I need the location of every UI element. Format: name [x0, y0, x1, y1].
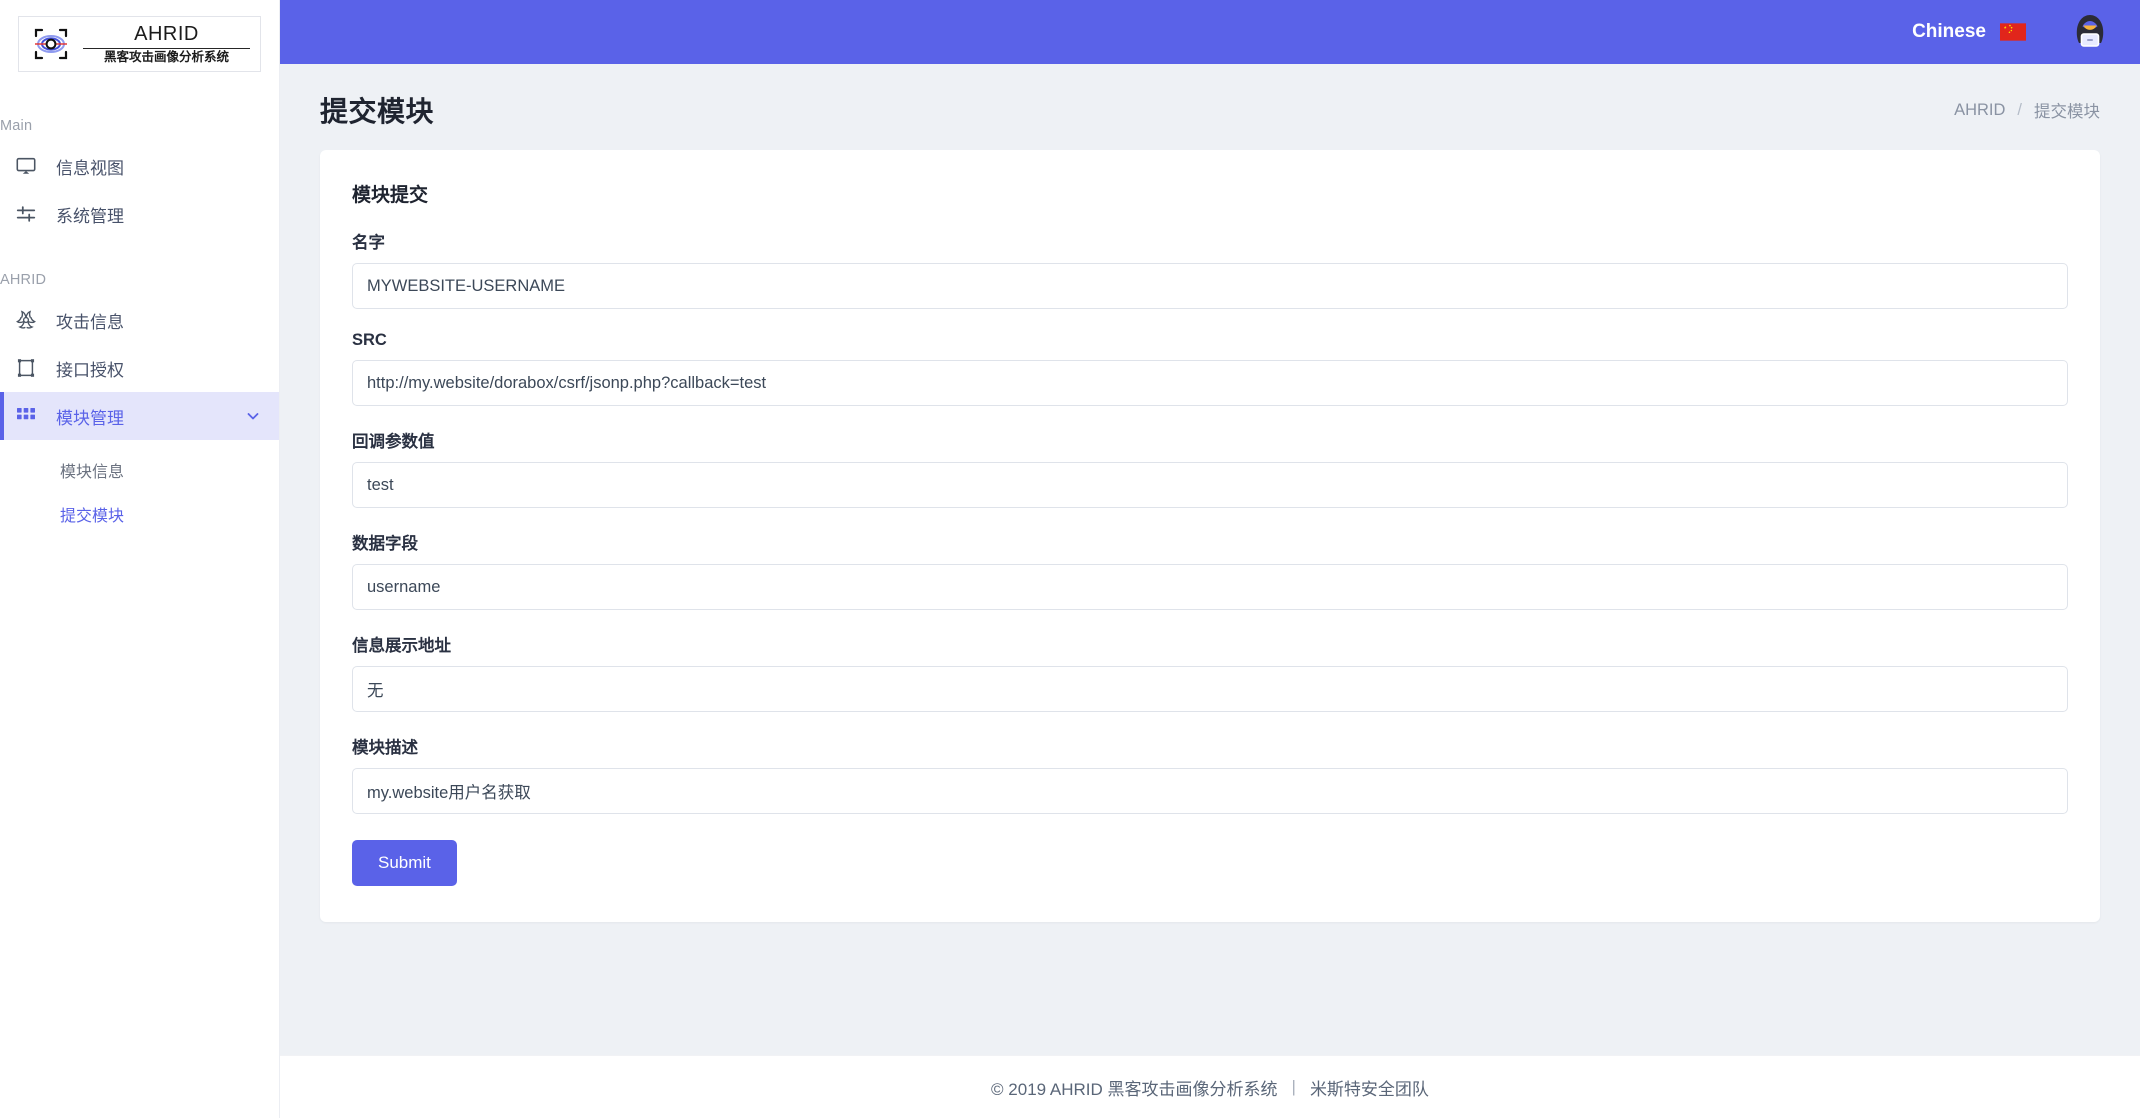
- sidebar-item-module-management[interactable]: 模块管理: [0, 392, 279, 440]
- form-group-name: 名字 MYWEBSITE-USERNAME: [352, 229, 2068, 309]
- grid-icon: [14, 404, 38, 428]
- page-header: 提交模块 AHRID / 提交模块: [280, 64, 2140, 150]
- page-title: 提交模块: [320, 90, 434, 130]
- sidebar: AHRID 黑客攻击画像分析系统 Main 信息视图: [0, 0, 280, 1118]
- main-area: Chinese: [280, 0, 2140, 1118]
- sliders-icon: [14, 202, 38, 226]
- label-module-description: 模块描述: [352, 734, 2068, 758]
- crop-frame-icon: [14, 356, 38, 380]
- breadcrumb-separator: /: [2017, 101, 2022, 120]
- brand-title: AHRID: [134, 23, 199, 46]
- brand-rule: [83, 48, 250, 49]
- language-selector[interactable]: Chinese: [1912, 21, 2026, 43]
- sidebar-item-information-view-label: 信息视图: [56, 154, 124, 179]
- submit-button[interactable]: Submit: [352, 840, 457, 886]
- card-title: 模块提交: [352, 180, 2068, 207]
- label-src: SRC: [352, 331, 2068, 350]
- china-flag-icon: [2000, 23, 2026, 41]
- sidebar-item-attack-info-label: 攻击信息: [56, 308, 124, 333]
- language-label: Chinese: [1912, 21, 1986, 43]
- hacker-avatar-icon[interactable]: [2068, 10, 2112, 54]
- sidebar-item-attack-info[interactable]: 攻击信息: [0, 296, 279, 344]
- footer-copyright: © 2019 AHRID 黑客攻击画像分析系统: [991, 1075, 1277, 1100]
- sidebar-item-system-management[interactable]: 系统管理: [0, 190, 279, 238]
- sidebar-item-api-authorization[interactable]: 接口授权: [0, 344, 279, 392]
- input-callback-value[interactable]: test: [352, 462, 2068, 508]
- sidebar-subitem-submit-module-label: 提交模块: [60, 502, 124, 526]
- monitor-icon: [14, 154, 38, 178]
- sidebar-section-ahrid: AHRID: [0, 272, 279, 288]
- sidebar-item-api-authorization-label: 接口授权: [56, 356, 124, 381]
- module-submit-card: 模块提交 名字 MYWEBSITE-USERNAME SRC http://my…: [320, 150, 2100, 922]
- input-display-url[interactable]: 无: [352, 666, 2068, 712]
- input-module-description[interactable]: my.website用户名获取: [352, 768, 2068, 814]
- form-group-callback-value: 回调参数值 test: [352, 428, 2068, 508]
- form-group-data-field: 数据字段 username: [352, 530, 2068, 610]
- sidebar-subitem-module-info[interactable]: 模块信息: [0, 448, 279, 492]
- breadcrumb: AHRID / 提交模块: [1954, 98, 2100, 122]
- label-name: 名字: [352, 229, 2068, 253]
- label-display-url: 信息展示地址: [352, 632, 2068, 656]
- sidebar-section-ahrid-label: AHRID: [0, 272, 46, 288]
- sidebar-section-main-label: Main: [0, 118, 32, 134]
- brand-logo[interactable]: AHRID 黑客攻击画像分析系统: [18, 16, 261, 72]
- topbar: Chinese: [280, 0, 2140, 64]
- sidebar-item-system-management-label: 系统管理: [56, 202, 124, 227]
- input-name[interactable]: MYWEBSITE-USERNAME: [352, 263, 2068, 309]
- footer-divider: |: [1292, 1077, 1296, 1097]
- footer: © 2019 AHRID 黑客攻击画像分析系统 | 米斯特安全团队: [280, 1055, 2140, 1118]
- brand-text: AHRID 黑客攻击画像分析系统: [83, 23, 250, 65]
- content-area: 模块提交 名字 MYWEBSITE-USERNAME SRC http://my…: [280, 150, 2140, 1055]
- input-data-field[interactable]: username: [352, 564, 2068, 610]
- sidebar-section-main: Main: [0, 118, 279, 134]
- brand-subtitle: 黑客攻击画像分析系统: [104, 50, 229, 65]
- form-group-module-description: 模块描述 my.website用户名获取: [352, 734, 2068, 814]
- target-eye-icon: [29, 22, 73, 66]
- sidebar-item-information-view[interactable]: 信息视图: [0, 142, 279, 190]
- sidebar-submenu-module-management: 模块信息 提交模块: [0, 440, 279, 536]
- biohazard-icon: [14, 308, 38, 332]
- form-group-display-url: 信息展示地址 无: [352, 632, 2068, 712]
- app-root: AHRID 黑客攻击画像分析系统 Main 信息视图: [0, 0, 2140, 1118]
- chevron-down-icon[interactable]: [245, 408, 261, 424]
- input-src[interactable]: http://my.website/dorabox/csrf/jsonp.php…: [352, 360, 2068, 406]
- sidebar-item-module-management-label: 模块管理: [56, 404, 124, 429]
- breadcrumb-item-ahrid[interactable]: AHRID: [1954, 101, 2005, 120]
- form-group-src: SRC http://my.website/dorabox/csrf/jsonp…: [352, 331, 2068, 406]
- sidebar-subitem-module-info-label: 模块信息: [60, 458, 124, 482]
- breadcrumb-item-current: 提交模块: [2034, 98, 2100, 122]
- label-callback-value: 回调参数值: [352, 428, 2068, 452]
- footer-team: 米斯特安全团队: [1310, 1075, 1429, 1100]
- label-data-field: 数据字段: [352, 530, 2068, 554]
- sidebar-subitem-submit-module[interactable]: 提交模块: [0, 492, 279, 536]
